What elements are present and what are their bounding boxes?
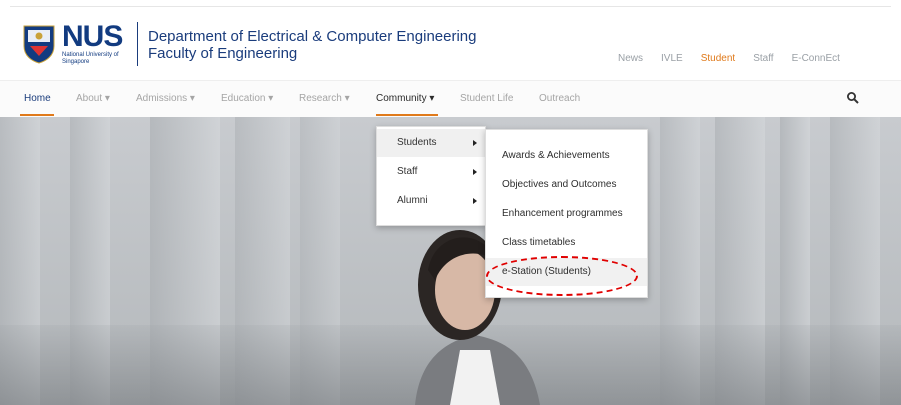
topnav-econnect[interactable]: E-ConnEct [792,53,840,65]
submenu-item-label: Enhancement programmes [502,208,623,219]
submenu-item-label: Objectives and Outcomes [502,179,617,190]
nav-student-life[interactable]: Student Life [460,93,513,105]
topnav-ivle[interactable]: IVLE [661,53,683,65]
red-dashed-highlight [486,256,638,296]
nav-research[interactable]: Research ▾ [299,93,350,105]
page: NUS National University of Singapore Dep… [0,0,901,405]
submenu-item-enhancement[interactable]: Enhancement programmes [486,200,647,228]
nus-crest-icon [23,25,55,64]
submenu-item-objectives[interactable]: Objectives and Outcomes [486,171,647,199]
department-title-block[interactable]: Department of Electrical & Computer Engi… [148,28,477,62]
community-menu-item-students[interactable]: Students [377,129,485,157]
header-top-rule [10,6,891,7]
logo-wordmark: NUS [62,20,123,53]
topnav-staff[interactable]: Staff [753,53,773,65]
community-dropdown: Students Staff Alumni [376,126,486,226]
nav-home[interactable]: Home [24,93,51,105]
topnav-student[interactable]: Student [701,53,735,65]
faculty-title: Faculty of Engineering [148,45,298,62]
logo-divider [137,22,138,66]
submenu-item-label: Awards & Achievements [502,150,610,161]
submenu-arrow-icon [473,198,477,204]
community-menu-item-label: Staff [397,166,418,177]
department-title: Department of Electrical & Computer Engi… [148,28,477,45]
top-utility-nav: News IVLE Student Staff E-ConnEct [618,53,840,65]
topnav-news[interactable]: News [618,53,643,65]
submenu-arrow-icon [473,169,477,175]
community-menu-item-label: Alumni [397,195,428,206]
main-nav: Home About ▾ Admissions ▾ Education ▾ Re… [0,80,901,117]
nav-home-active-indicator [20,114,54,116]
nav-community-open-indicator [376,114,438,116]
submenu-item-timetables[interactable]: Class timetables [486,229,647,257]
nav-about[interactable]: About ▾ [76,93,110,105]
nav-outreach[interactable]: Outreach [539,93,580,105]
community-menu-item-alumni[interactable]: Alumni [377,187,485,215]
site-header: NUS National University of Singapore Dep… [0,0,901,80]
submenu-arrow-icon [473,140,477,146]
nav-education[interactable]: Education ▾ [221,93,273,105]
community-menu-item-staff[interactable]: Staff [377,158,485,186]
submenu-item-awards[interactable]: Awards & Achievements [486,142,647,170]
logo-subtext: National University of Singapore [62,52,119,65]
search-icon[interactable] [846,91,860,105]
nav-admissions[interactable]: Admissions ▾ [136,93,195,105]
submenu-item-label: Class timetables [502,237,576,248]
community-menu-item-label: Students [397,137,437,148]
nus-logo[interactable]: NUS National University of Singapore [22,22,124,66]
nav-community[interactable]: Community ▾ [376,93,434,105]
